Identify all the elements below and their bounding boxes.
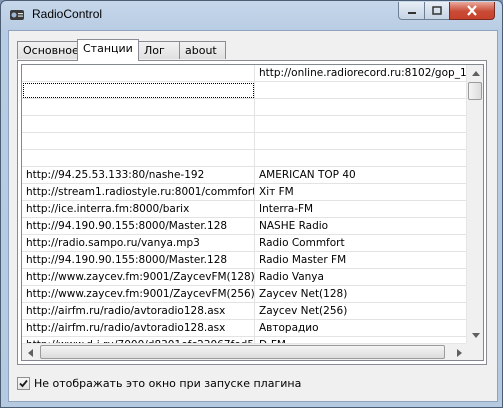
- table-row[interactable]: http://ice.interra.fm:8000/barix Interra-…: [22, 201, 468, 218]
- arrow-left-icon: [28, 348, 33, 357]
- station-url-cell[interactable]: http://ice.interra.fm:8000/barix: [22, 201, 255, 218]
- tab-main[interactable]: Основное: [17, 41, 79, 59]
- window-title: RadioControl: [32, 7, 103, 21]
- station-name-cell[interactable]: http://online.radiorecord.ru:8102/gop_12…: [255, 65, 468, 82]
- station-name-cell[interactable]: Хіт FM: [255, 184, 468, 201]
- stations-panel: http://online.radiorecord.ru:8102/gop_12…: [17, 60, 487, 365]
- station-url-cell[interactable]: [22, 133, 255, 150]
- station-name-cell[interactable]: Zaycev Net(256): [255, 303, 468, 320]
- station-name-cell[interactable]: Interra-FM: [255, 201, 468, 218]
- close-button[interactable]: [449, 2, 495, 20]
- table-row[interactable]: [22, 150, 468, 167]
- table-row[interactable]: [22, 82, 468, 99]
- station-url-cell[interactable]: http://www.zaycev.fm:9001/ZaycevFM(256): [22, 286, 255, 303]
- table-row[interactable]: http://online.radiorecord.ru:8102/gop_12…: [22, 65, 468, 82]
- station-url-cell[interactable]: http://94.190.90.155:8000/Master.128: [22, 218, 255, 235]
- maximize-button[interactable]: [424, 2, 450, 20]
- station-url-cell[interactable]: [22, 82, 255, 99]
- station-name-cell[interactable]: NASHE Radio: [255, 218, 468, 235]
- station-url-cell[interactable]: http://www.zaycev.fm:9001/ZaycevFM(128): [22, 269, 255, 286]
- table-row[interactable]: http://www.zaycev.fm:9001/ZaycevFM(128) R…: [22, 269, 468, 286]
- table-row[interactable]: [22, 116, 468, 133]
- table-row[interactable]: http://radio.sampo.ru/vanya.mp3 Radio Com…: [22, 235, 468, 252]
- table-row[interactable]: http://94.25.53.133:80/nashe-192 AMERICAN…: [22, 167, 468, 184]
- horizontal-scrollbar[interactable]: [22, 343, 468, 360]
- table-row[interactable]: [22, 133, 468, 150]
- hide-on-start-label[interactable]: Не отображать это окно при запуске плаги…: [34, 377, 301, 390]
- station-url-cell[interactable]: [22, 99, 255, 116]
- station-name-cell[interactable]: Авторадио: [255, 320, 468, 337]
- main-window: RadioControl Основное Станции Лог about …: [0, 0, 503, 408]
- station-name-cell[interactable]: AMERICAN TOP 40: [255, 167, 468, 184]
- stations-grid[interactable]: http://online.radiorecord.ru:8102/gop_12…: [21, 64, 484, 361]
- station-url-cell[interactable]: [22, 150, 255, 167]
- table-row[interactable]: http://www.zaycev.fm:9001/ZaycevFM(256) Z…: [22, 286, 468, 303]
- station-url-cell[interactable]: http://94.190.90.155:8000/Master.128: [22, 252, 255, 269]
- station-url-cell[interactable]: http://airfm.ru/radio/avtoradio128.asx: [22, 303, 255, 320]
- scroll-left-button[interactable]: [22, 344, 39, 360]
- scroll-up-button[interactable]: [467, 65, 483, 82]
- table-row[interactable]: http://94.190.90.155:8000/Master.128 NASH…: [22, 218, 468, 235]
- station-url-cell[interactable]: http://stream1.radiostyle.ru:8001/commfo…: [22, 184, 255, 201]
- scroll-down-button[interactable]: [467, 327, 483, 344]
- station-name-cell[interactable]: [255, 133, 468, 150]
- client-area: Основное Станции Лог about http://online…: [8, 30, 498, 402]
- scroll-corner: [466, 343, 483, 360]
- station-url-cell[interactable]: [22, 116, 255, 133]
- station-name-cell[interactable]: [255, 82, 468, 99]
- table-row[interactable]: http://airfm.ru/radio/avtoradio128.asx Za…: [22, 303, 468, 320]
- title-bar[interactable]: RadioControl: [1, 1, 502, 29]
- hide-on-start-checkbox[interactable]: [17, 376, 30, 390]
- station-name-cell[interactable]: Radio Master FM: [255, 252, 468, 269]
- station-url-cell[interactable]: http://radio.sampo.ru/vanya.mp3: [22, 235, 255, 252]
- maximize-icon: [432, 6, 442, 15]
- table-row[interactable]: http://airfm.ru/radio/avtoradio128.asx Ав…: [22, 320, 468, 337]
- checkmark-icon: [19, 379, 28, 387]
- minimize-icon: [407, 11, 416, 14]
- table-row[interactable]: [22, 99, 468, 116]
- station-name-cell[interactable]: Radio Vanya: [255, 269, 468, 286]
- arrow-down-icon: [471, 333, 480, 338]
- station-url-cell[interactable]: [22, 65, 255, 82]
- station-name-cell[interactable]: [255, 116, 468, 133]
- radio-app-icon: [10, 10, 24, 20]
- minimize-button[interactable]: [398, 2, 425, 20]
- close-icon: [467, 5, 477, 16]
- station-name-cell[interactable]: [255, 150, 468, 167]
- vertical-scroll-thumb[interactable]: [468, 82, 482, 100]
- table-row[interactable]: http://stream1.radiostyle.ru:8001/commfo…: [22, 184, 468, 201]
- vertical-scrollbar[interactable]: [466, 65, 483, 344]
- station-url-cell[interactable]: http://airfm.ru/radio/avtoradio128.asx: [22, 320, 255, 337]
- station-url-cell[interactable]: http://94.25.53.133:80/nashe-192: [22, 167, 255, 184]
- stations-table: http://online.radiorecord.ru:8102/gop_12…: [22, 65, 468, 344]
- footer: Не отображать это окно при запуске плаги…: [17, 375, 301, 391]
- station-name-cell[interactable]: [255, 99, 468, 116]
- station-name-cell[interactable]: Radio Commfort: [255, 235, 468, 252]
- tab-about[interactable]: about: [179, 41, 226, 59]
- arrow-right-icon: [457, 348, 462, 357]
- tab-log[interactable]: Лог: [138, 41, 180, 59]
- station-name-cell[interactable]: Zaycev Net(128): [255, 286, 468, 303]
- horizontal-scroll-thumb[interactable]: [40, 345, 445, 359]
- table-row[interactable]: http://94.190.90.155:8000/Master.128 Radi…: [22, 252, 468, 269]
- tab-stations[interactable]: Станции: [77, 39, 139, 61]
- arrow-up-icon: [471, 71, 480, 76]
